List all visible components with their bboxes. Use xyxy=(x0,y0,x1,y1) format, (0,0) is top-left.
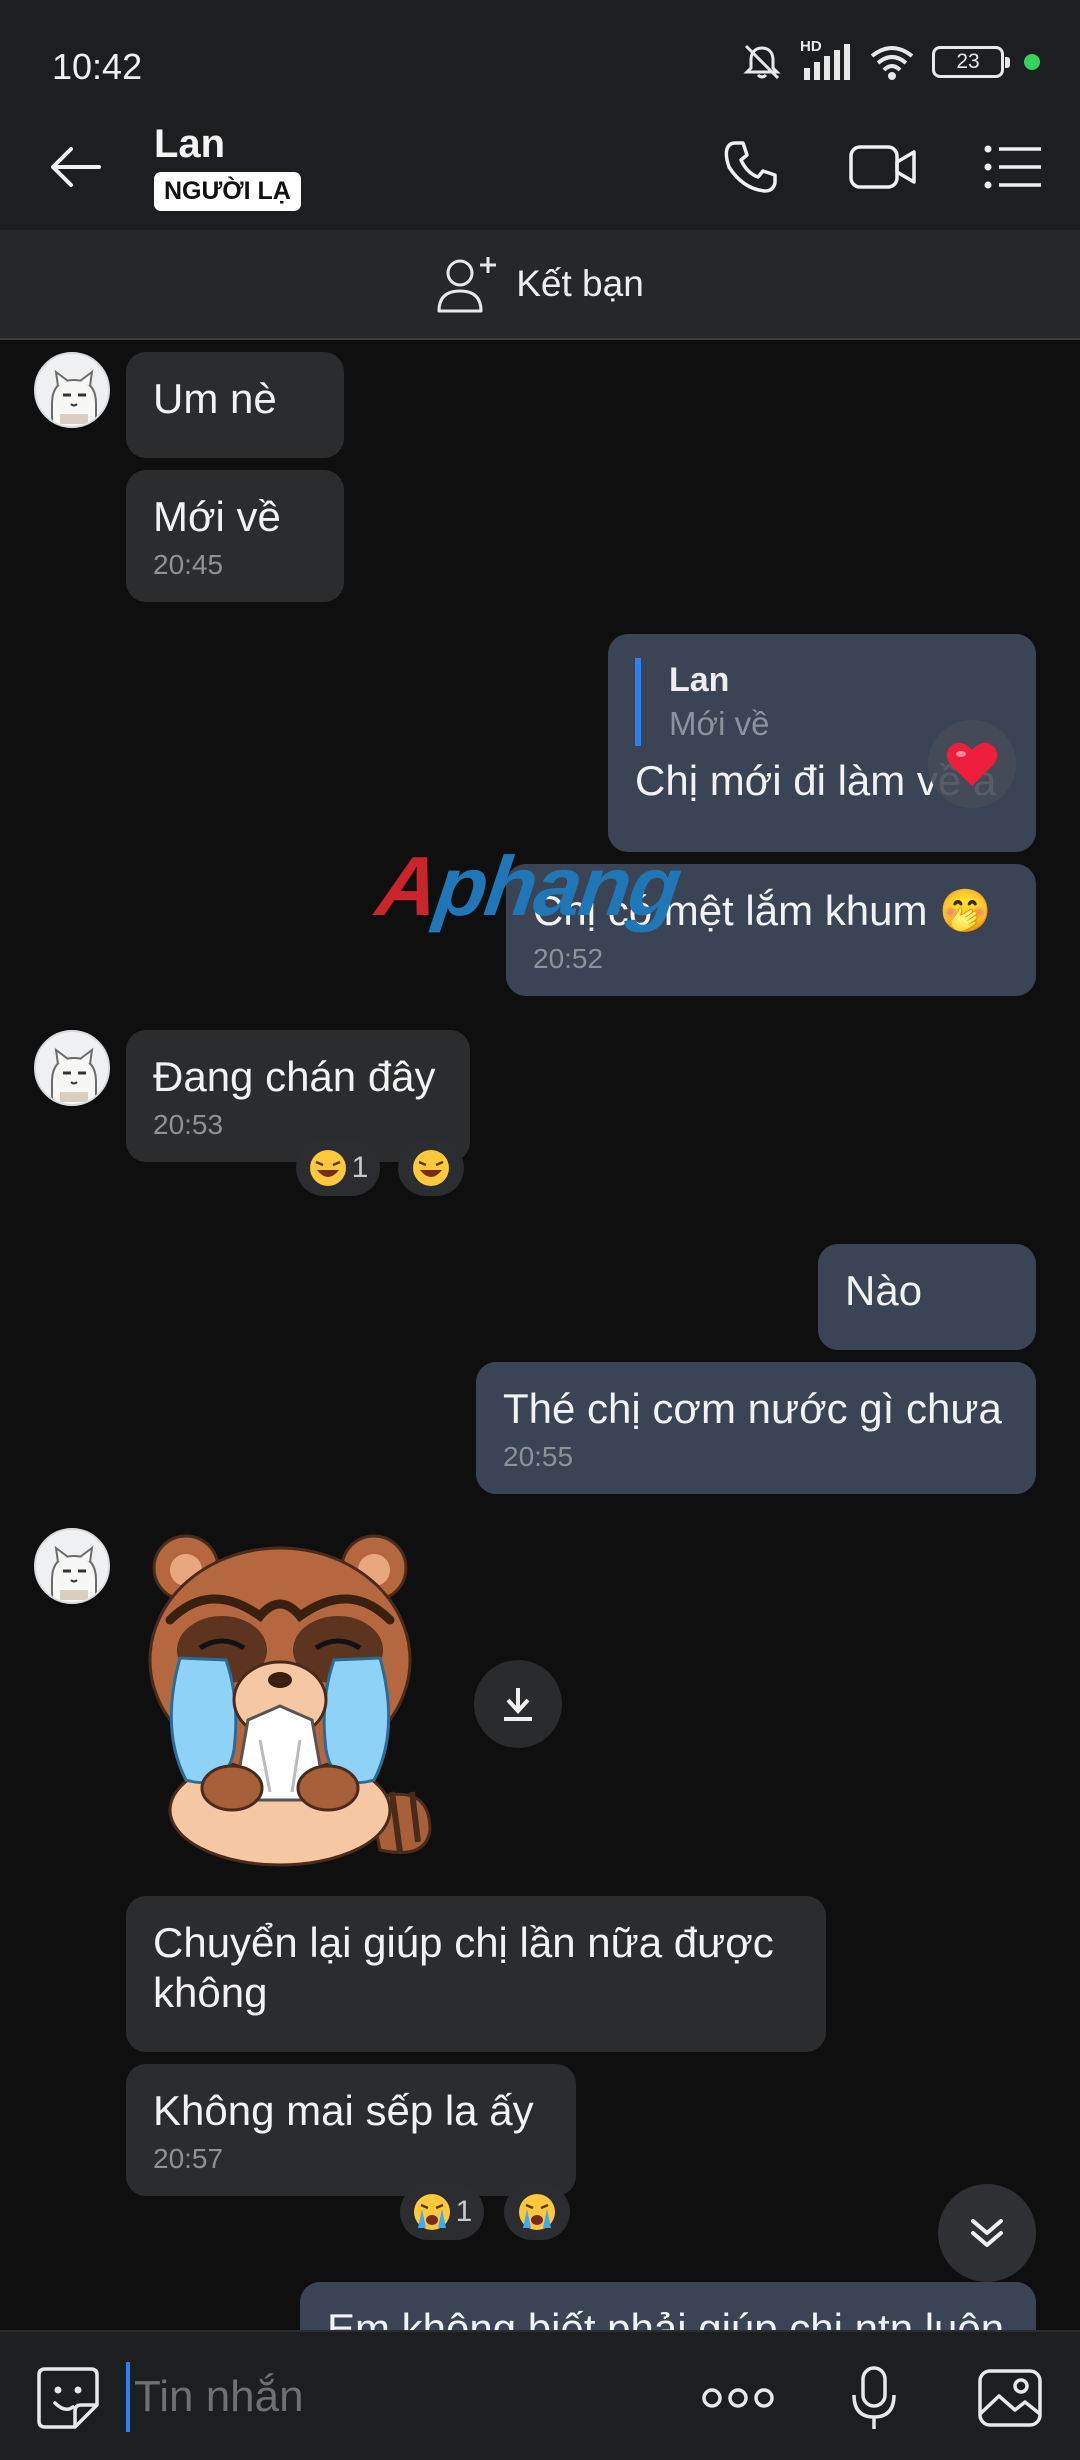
status-time: 10:42 xyxy=(52,46,143,87)
gallery-button[interactable] xyxy=(972,2360,1048,2436)
list-menu-icon xyxy=(984,145,1041,189)
message-bubble-incoming[interactable]: Không mai sếp la ấy 20:57 xyxy=(126,2064,576,2196)
message-bubble-incoming[interactable]: Chuyển lại giúp chị lần nữa được không xyxy=(126,1896,826,2052)
contact-avatar[interactable] xyxy=(34,1030,110,1106)
stranger-badge: NGƯỜI LẠ xyxy=(154,172,301,211)
double-chevron-down-icon xyxy=(971,2219,1003,2247)
contact-name[interactable]: Lan xyxy=(154,122,225,167)
message-text: Đang chán đây xyxy=(153,1053,436,1100)
muted-bell-icon xyxy=(743,44,781,80)
message-time: 20:57 xyxy=(153,2143,224,2174)
message-time: 20:52 xyxy=(533,943,604,974)
message-bubble-incoming[interactable]: Um nè xyxy=(126,352,344,458)
add-user-icon xyxy=(437,257,497,313)
heart-icon xyxy=(946,742,998,786)
message-text: Không mai sếp la ấy xyxy=(153,2087,534,2134)
image-icon xyxy=(978,2369,1042,2427)
video-call-button[interactable] xyxy=(846,130,920,204)
phone-icon xyxy=(724,141,777,193)
message-list[interactable]: Um nè Mới về 20:45 Lan Mới về Chị mới đi… xyxy=(0,340,1080,2330)
reply-sender: Lan xyxy=(669,661,730,699)
battery-level: 23 xyxy=(956,50,980,73)
message-text: Thé chị cơm nước gì chưa xyxy=(503,1385,1002,1432)
add-friend-button[interactable]: Kết bạn xyxy=(0,230,1080,340)
voice-call-button[interactable] xyxy=(714,130,788,204)
message-bubble-outgoing[interactable]: Em không biết phải giúp chị ntn luôn xyxy=(300,2282,1036,2330)
add-friend-label: Kết bạn xyxy=(516,263,644,304)
reaction-count: 1 xyxy=(351,1151,369,1184)
sticker-smile-icon xyxy=(37,2367,99,2429)
download-sticker-button[interactable] xyxy=(474,1660,562,1748)
cat-avatar-icon xyxy=(36,1032,108,1104)
more-dots-icon xyxy=(702,2388,774,2408)
laughing-emoji-icon xyxy=(413,1150,449,1186)
message-input[interactable] xyxy=(126,2362,666,2432)
message-text: Nào xyxy=(845,1267,923,1314)
arrow-left-icon xyxy=(51,147,101,187)
back-button[interactable] xyxy=(40,132,110,202)
message-text: Em không biết phải giúp chị ntn luôn xyxy=(327,2305,1005,2330)
more-options-button[interactable] xyxy=(698,2360,778,2436)
reaction-heart[interactable] xyxy=(928,720,1016,808)
wifi-icon xyxy=(870,46,914,80)
crying-emoji-icon xyxy=(519,2194,555,2230)
video-camera-icon xyxy=(849,145,916,189)
message-bubble-outgoing[interactable]: Thé chị cơm nước gì chưa 20:55 xyxy=(476,1362,1036,1494)
voice-message-button[interactable] xyxy=(836,2360,912,2436)
cat-avatar-icon xyxy=(36,354,108,426)
reaction-summary[interactable]: 1 xyxy=(296,1140,380,1196)
message-composer xyxy=(0,2330,1080,2460)
reaction-count: 1 xyxy=(455,2195,473,2228)
chat-header: Lan NGƯỜI LẠ xyxy=(0,100,1080,230)
microphone-icon xyxy=(852,2366,896,2429)
status-icons: HD 23 xyxy=(740,38,1040,82)
message-text: Mới về xyxy=(153,493,281,540)
download-icon xyxy=(504,1688,532,1721)
add-reaction-button[interactable] xyxy=(398,1140,464,1196)
chat-screen: 10:42 HD 23 Lan NGƯỜI LẠ Kết bạn Um nè M… xyxy=(0,0,1080,2460)
message-text: Chuyển lại giúp chị lần nữa được không xyxy=(153,1919,774,2016)
watermark-logo: Aphang xyxy=(371,839,686,933)
crying-emoji-icon xyxy=(413,2194,450,2230)
cat-avatar-icon xyxy=(36,1530,108,1602)
message-text: Um nè xyxy=(153,375,277,422)
battery-icon: 23 xyxy=(932,46,1010,78)
message-time: 20:45 xyxy=(153,549,224,580)
sticker-button[interactable] xyxy=(30,2360,106,2436)
message-bubble-incoming[interactable]: Mới về 20:45 xyxy=(126,470,344,602)
privacy-indicator-dot xyxy=(1024,54,1040,70)
add-reaction-button[interactable] xyxy=(504,2184,570,2240)
message-time: 20:53 xyxy=(153,1109,224,1140)
message-time: 20:55 xyxy=(503,1441,574,1472)
status-bar: 10:42 HD 23 xyxy=(0,0,1080,100)
laughing-emoji-icon xyxy=(309,1150,346,1186)
cellular-signal-icon: HD xyxy=(800,38,852,82)
options-menu-button[interactable] xyxy=(976,130,1050,204)
message-bubble-outgoing[interactable]: Nào xyxy=(818,1244,1036,1350)
contact-avatar[interactable] xyxy=(34,1528,110,1604)
contact-avatar[interactable] xyxy=(34,352,110,428)
reaction-summary[interactable]: 1 xyxy=(400,2184,484,2240)
scroll-to-bottom-button[interactable] xyxy=(938,2184,1036,2282)
crying-raccoon-sticker[interactable] xyxy=(130,1530,450,1870)
